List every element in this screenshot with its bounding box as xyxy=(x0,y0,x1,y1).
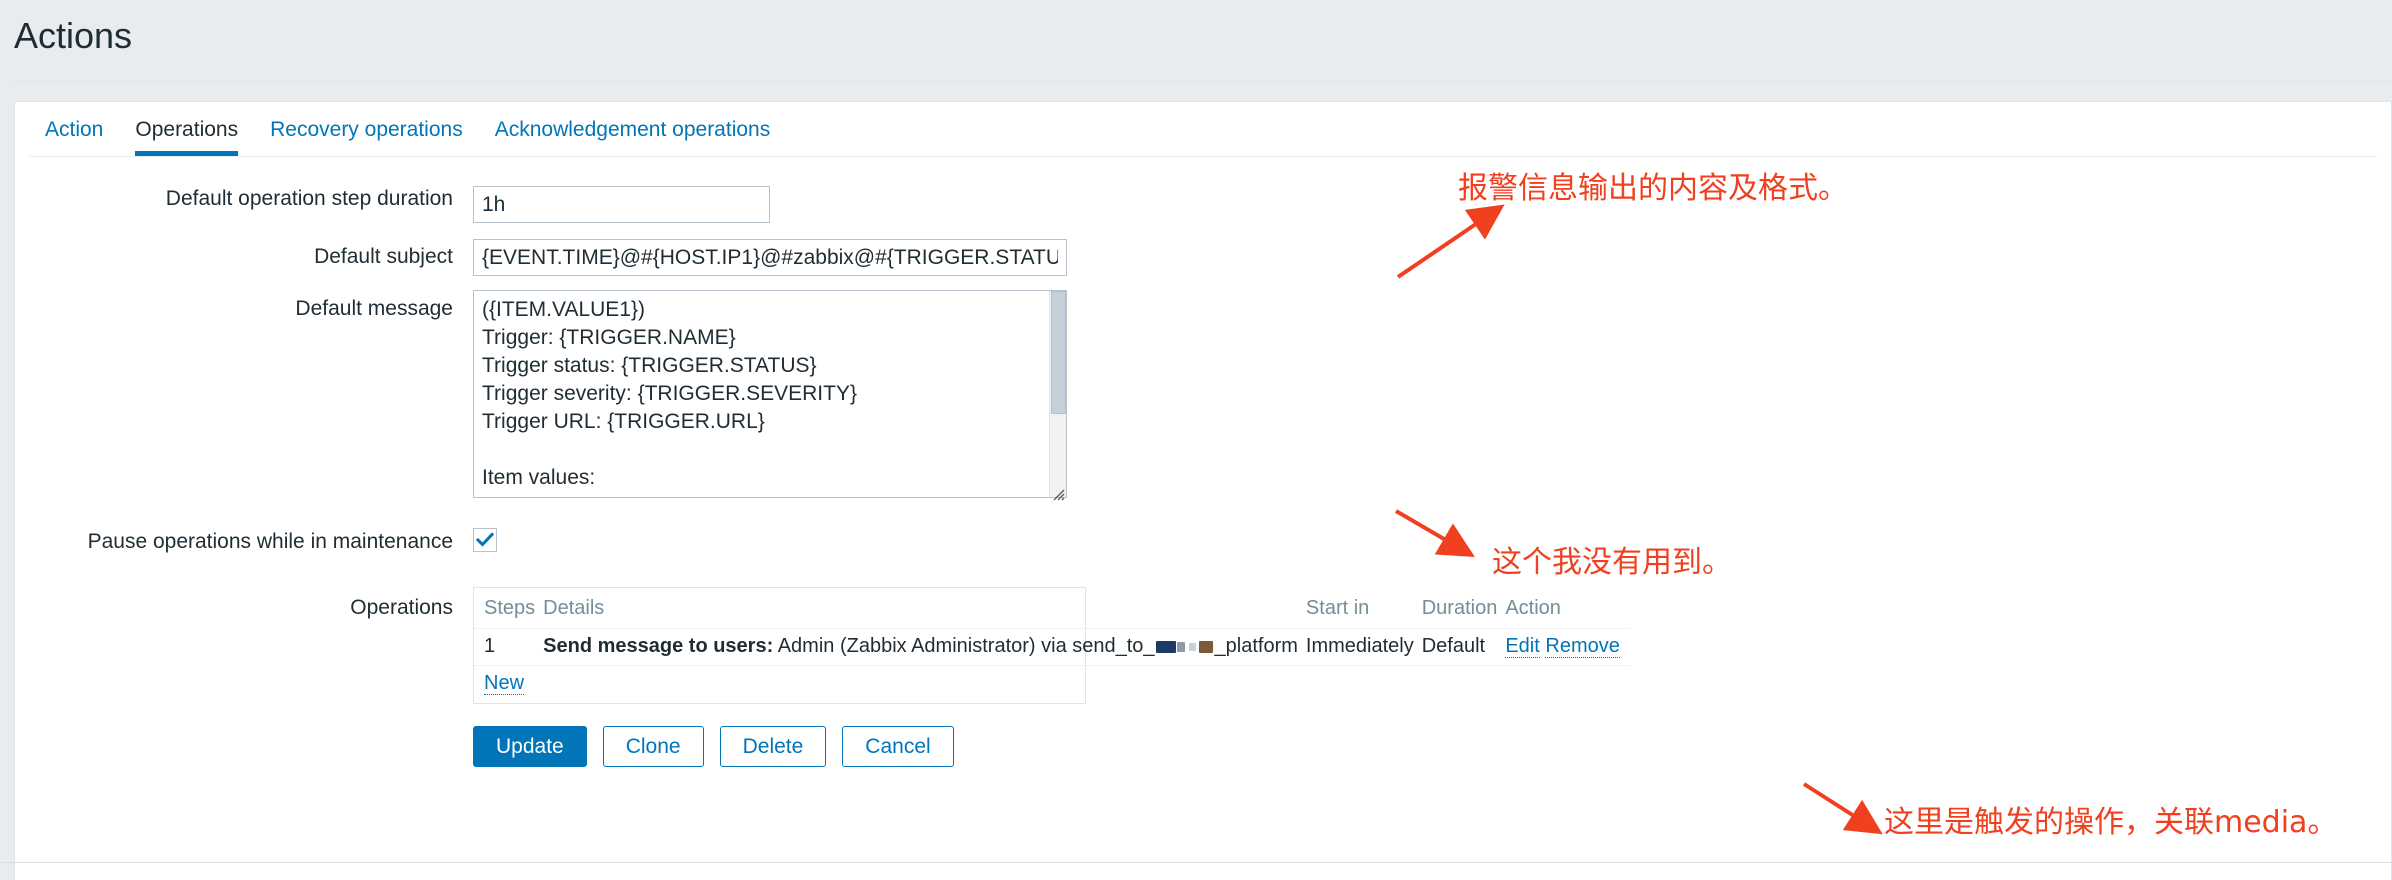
update-button[interactable]: Update xyxy=(473,726,587,767)
tab-acknowledgement-operations[interactable]: Acknowledgement operations xyxy=(479,102,787,156)
edit-operation-link[interactable]: Edit xyxy=(1505,635,1540,658)
form-row-subject: Default subject xyxy=(15,239,2391,276)
default-subject-input[interactable] xyxy=(473,239,1067,276)
subject-field xyxy=(473,239,1067,276)
default-message-textarea[interactable]: ({ITEM.VALUE1}) Trigger: {TRIGGER.NAME} … xyxy=(473,290,1067,498)
cell-action: Edit Remove xyxy=(1501,628,1630,666)
cell-start-in: Immediately xyxy=(1301,628,1418,666)
header-divider xyxy=(14,81,2392,82)
message-label: Default message xyxy=(295,297,453,320)
cell-new: New xyxy=(474,665,1630,703)
actions-page: Actions Action Operations Recovery opera… xyxy=(0,0,2392,880)
form-row-pause: Pause operations while in maintenance xyxy=(15,528,2391,557)
operations-table: Steps Details Start in Duration Action 1 xyxy=(474,588,1630,703)
operations-box: Steps Details Start in Duration Action 1 xyxy=(473,587,1630,704)
cell-details: Send message to users: Admin (Zabbix Adm… xyxy=(539,628,1302,666)
form-row-duration: Default operation step duration xyxy=(15,186,2391,223)
subject-label: Default subject xyxy=(314,245,453,268)
table-row: 1 Send message to users: Admin (Zabbix A… xyxy=(474,628,1630,666)
column-header-details: Details xyxy=(543,597,605,619)
clone-button[interactable]: Clone xyxy=(602,726,704,767)
button-bar: Update Clone Delete Cancel xyxy=(473,726,954,767)
bottom-divider xyxy=(0,862,2392,863)
cell-steps: 1 xyxy=(474,628,540,666)
tab-operations[interactable]: Operations xyxy=(119,102,254,156)
table-header-row: Steps Details Start in Duration Action xyxy=(474,588,1630,629)
delete-button[interactable]: Delete xyxy=(719,726,827,767)
details-text-after: _platform xyxy=(1214,635,1298,657)
annotation-text-3: 这里是触发的操作，关联media。 xyxy=(1884,805,2338,840)
column-header-action: Action xyxy=(1505,597,1561,619)
column-header-duration: Duration xyxy=(1421,597,1498,619)
form-row-operations: Operations Steps Details Start in Durati… xyxy=(15,587,2391,704)
cancel-button[interactable]: Cancel xyxy=(842,726,954,767)
column-header-steps: Steps xyxy=(484,597,536,619)
form-row-buttons: Update Clone Delete Cancel xyxy=(15,726,2391,767)
remove-operation-link[interactable]: Remove xyxy=(1545,635,1620,658)
redacted-text-block xyxy=(1155,639,1214,655)
cell-duration: Default xyxy=(1417,628,1502,666)
page-title: Actions xyxy=(14,15,133,56)
message-field: ({ITEM.VALUE1}) Trigger: {TRIGGER.NAME} … xyxy=(473,290,1067,503)
new-operation-link[interactable]: New xyxy=(484,672,525,695)
tab-bar: Action Operations Recovery operations Ac… xyxy=(15,102,2391,156)
tab-recovery-operations[interactable]: Recovery operations xyxy=(254,102,479,156)
operations-form: Default operation step duration Default … xyxy=(15,157,2391,767)
operations-label: Operations xyxy=(350,596,453,619)
duration-label: Default operation step duration xyxy=(165,187,453,210)
operations-field: Steps Details Start in Duration Action 1 xyxy=(473,587,1630,704)
table-row-new: New xyxy=(474,665,1630,703)
annotation-text-2: 这个我没有用到。 xyxy=(1492,545,1732,580)
default-operation-step-duration-input[interactable] xyxy=(473,186,770,223)
details-operation-type: Send message to users: xyxy=(543,635,774,657)
form-row-message: Default message ({ITEM.VALUE1}) Trigger:… xyxy=(15,290,2391,503)
details-text-before: Admin (Zabbix Administrator) via send_to… xyxy=(773,635,1155,657)
checkmark-icon xyxy=(476,532,494,547)
annotation-text-1: 报警信息输出的内容及格式。 xyxy=(1458,171,1848,206)
pause-operations-checkbox[interactable] xyxy=(473,528,497,552)
duration-field xyxy=(473,186,770,223)
pause-label: Pause operations while in maintenance xyxy=(87,530,453,553)
page-header: Actions xyxy=(0,0,2392,86)
pause-field xyxy=(473,528,497,557)
column-header-start-in: Start in xyxy=(1305,597,1370,619)
tab-action[interactable]: Action xyxy=(29,102,119,156)
content-panel: Action Operations Recovery operations Ac… xyxy=(14,101,2392,880)
